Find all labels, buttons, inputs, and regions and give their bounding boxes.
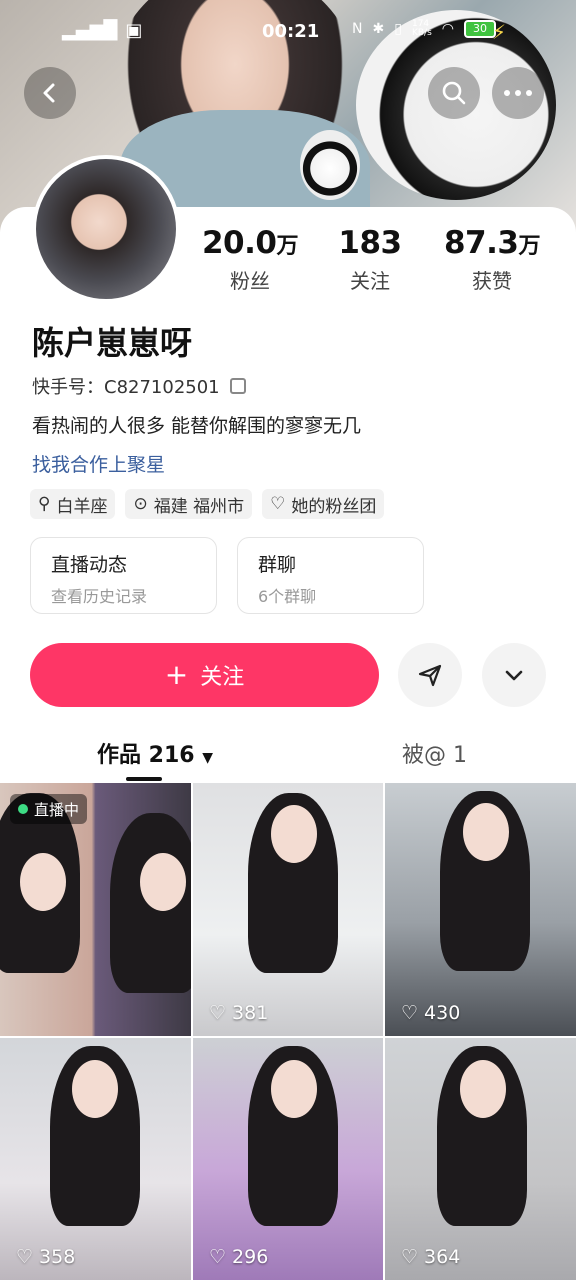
chevron-down-icon (505, 670, 523, 681)
tab-works[interactable]: 作品 216 ▼ (97, 737, 213, 769)
live-badge: 直播中 (10, 794, 88, 824)
stat-fans[interactable]: 20.0万 粉丝 (190, 225, 310, 294)
search-icon (442, 81, 466, 105)
zodiac-icon: ⚲ (38, 494, 51, 514)
profile-name: 陈户崽崽呀 (32, 324, 193, 362)
tag-location[interactable]: ⊙ 福建 福州市 (125, 489, 253, 519)
heart-icon: ♡ (401, 1246, 419, 1268)
active-tab-indicator (126, 777, 162, 781)
works-grid: 直播中 ♡ 381 ♡ 430 ♡ 358 ♡ 296 ♡ 364 (0, 783, 576, 1280)
group-chat-card[interactable]: 群聊 6个群聊 (237, 537, 424, 614)
wifi-icon: ◠ (441, 21, 454, 37)
video-thumb[interactable]: ♡ 358 (0, 1038, 191, 1280)
more-button[interactable] (492, 67, 544, 119)
like-count: ♡ 358 (16, 1246, 76, 1268)
tag-fan-club[interactable]: ♡ 她的粉丝团 (262, 489, 385, 519)
copy-icon[interactable] (229, 378, 246, 394)
caret-down-icon: ▼ (202, 750, 214, 766)
nfc-icon: N (352, 21, 363, 37)
send-message-button[interactable] (398, 643, 462, 707)
video-thumb[interactable]: ♡ 364 (385, 1038, 576, 1280)
live-dot-icon (18, 804, 28, 814)
stat-following[interactable]: 183 关注 (310, 225, 430, 294)
signal-icon: ▂▄▆█ (62, 20, 118, 41)
stat-likes[interactable]: 87.3万 获赞 (432, 225, 552, 294)
video-thumb[interactable]: ♡ 296 (193, 1038, 383, 1280)
tab-mentioned[interactable]: 被@ 1 (402, 737, 467, 769)
location-pin-icon: ⊙ (133, 494, 148, 514)
heart-outline-icon: ♡ (270, 494, 286, 514)
heart-icon: ♡ (401, 1002, 419, 1024)
video-thumb[interactable]: ♡ 430 (385, 783, 576, 1036)
plus-icon: + (164, 658, 189, 691)
chevron-left-icon (43, 83, 55, 103)
avatar[interactable] (32, 155, 180, 303)
bluetooth-icon: ✱ (372, 21, 385, 37)
live-history-card[interactable]: 直播动态 查看历史记录 (30, 537, 217, 614)
kuaishou-id: 快手号：C827102501 (32, 373, 246, 399)
back-button[interactable] (24, 67, 76, 119)
search-button[interactable] (428, 67, 480, 119)
cooperation-link[interactable]: 找我合作上聚星 (32, 450, 165, 477)
video-thumb[interactable]: ♡ 381 (193, 783, 383, 1036)
heart-icon: ♡ (209, 1246, 227, 1268)
notification-icon: ▣ (125, 20, 143, 41)
like-count: ♡ 381 (209, 1002, 269, 1024)
content-tabs: 作品 216 ▼ 被@ 1 (0, 733, 576, 783)
expand-button[interactable] (482, 643, 546, 707)
send-icon (418, 664, 442, 687)
charging-icon: ⚡ (491, 20, 506, 44)
follow-button[interactable]: + 关注 (30, 643, 379, 707)
heart-icon: ♡ (16, 1246, 34, 1268)
like-count: ♡ 364 (401, 1246, 461, 1268)
video-thumb-live[interactable]: 直播中 (0, 783, 191, 1036)
status-time: 00:21 (262, 21, 320, 42)
profile-stats: 20.0万 粉丝 183 关注 87.3万 获赞 (190, 225, 576, 295)
like-count: ♡ 430 (401, 1002, 461, 1024)
net-speed: 174 KB/s (411, 19, 432, 38)
tag-zodiac[interactable]: ⚲ 白羊座 (30, 489, 116, 519)
profile-tags: ⚲ 白羊座 ⊙ 福建 福州市 ♡ 她的粉丝团 (30, 489, 385, 519)
more-dots-icon (504, 90, 532, 96)
heart-icon: ♡ (209, 1002, 227, 1024)
status-bar: ▂▄▆█ ▣ 00:21 N ✱ ▯ 174 KB/s ◠ 30 ⚡ (0, 18, 576, 48)
like-count: ♡ 296 (209, 1246, 269, 1268)
vibrate-icon: ▯ (394, 21, 402, 37)
info-cards: 直播动态 查看历史记录 群聊 6个群聊 (30, 537, 424, 614)
profile-bio: 看热闹的人很多 能替你解围的寥寥无几 (32, 415, 362, 437)
